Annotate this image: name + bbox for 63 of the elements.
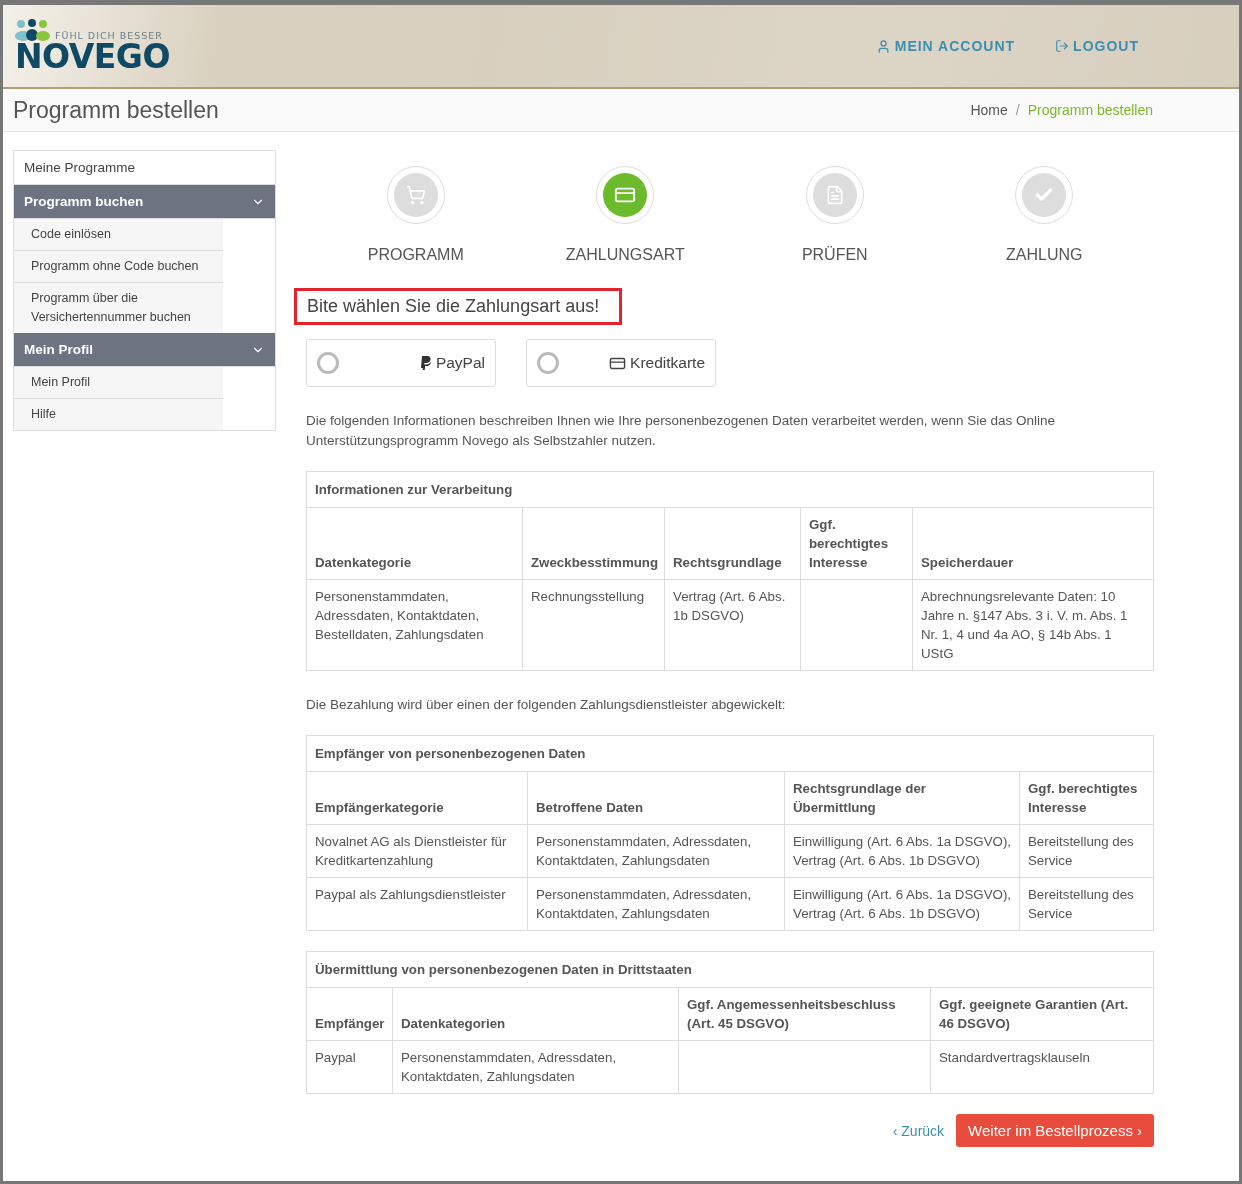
column-header: Speicherdauer — [912, 507, 1154, 580]
page-title: Programm bestellen — [13, 96, 219, 124]
logout-icon — [1055, 39, 1070, 53]
step-label: PRÜFEN — [801, 246, 868, 264]
column-header: Rechtsgrundlage — [664, 507, 801, 580]
sidebar-item[interactable]: Code einlösen — [14, 219, 223, 251]
table-cell: Paypal — [306, 1040, 393, 1094]
people-logo-icon — [15, 19, 51, 41]
sidebar-item[interactable]: Programm über die Versichertennummer buchen — [14, 283, 223, 333]
column-header: Ggf. Angemessenheitsbeschluss (Art. 45 DSGVO) — [678, 987, 931, 1041]
payment-option-label: Kreditkarte — [630, 354, 705, 372]
column-header: Ggf. geeignete Garantien (Art. 46 DSGVO) — [930, 987, 1154, 1041]
intro-text: Die folgenden Informationen beschreiben Ihnen wie Ihre personenbezogenen Daten verarbeitet werden, wenn Sie das Online Unterstützungsprogramm Novego als Selbstzahler nutzen. — [306, 412, 1056, 450]
column-header: Empfängerkategorie — [306, 771, 528, 825]
table-cell: Einwilligung (Art. 6 Abs. 1a DSGVO), Vertrag (Art. 6 Abs. 1b DSGVO) — [784, 824, 1020, 878]
step-label: ZAHLUNG — [1006, 246, 1083, 264]
table-cell: Bereitstellung des Service — [1019, 824, 1154, 878]
breadcrumb-separator: / — [1015, 102, 1020, 118]
column-header: Ggf. berechtigtes Interesse — [800, 507, 913, 580]
alert-message: Bite wählen Sie die Zahlungsart aus! — [294, 288, 623, 325]
step-label: PROGRAMM — [367, 246, 464, 264]
table-cell: Paypal als Zahlungsdienstleister — [306, 877, 528, 931]
paypal-icon — [419, 356, 432, 370]
column-header: Betroffene Daten — [527, 771, 785, 825]
column-header: Datenkategorie — [306, 507, 523, 580]
cart-icon — [405, 185, 426, 205]
table-cell: Personenstammdaten, Adressdaten, Kontaktdaten, Zahlungsdaten — [392, 1040, 679, 1094]
logo-tagline: FÜHL DICH BESSER — [55, 30, 163, 41]
continue-button[interactable]: Weiter im Bestellprozess › — [956, 1114, 1155, 1147]
note-text: Die Bezahlung wird über einen der folgenden Zahlungsdienstleister abgewickelt: — [306, 696, 787, 714]
table-cell: Vertrag (Art. 6 Abs. 1b DSGVO) — [664, 579, 801, 671]
sidebar-item[interactable]: Programm ohne Code buchen — [14, 251, 223, 283]
table-cell: Personenstammdaten, Adressdaten, Kontaktdaten, Zahlungsdaten — [527, 877, 785, 931]
table-cell: Personenstammdaten, Adressdaten, Kontaktdaten, Bestelldaten, Zahlungsdaten — [306, 579, 523, 671]
payment-option-label: PayPal — [435, 354, 485, 372]
column-header: Empfänger — [306, 987, 393, 1041]
table-cell: Rechnungsstellung — [522, 579, 665, 671]
radio-button[interactable] — [537, 352, 559, 374]
column-header: Rechtsgrundlage der Übermittlung — [784, 771, 1020, 825]
table-cell: Bereitstellung des Service — [1019, 877, 1154, 931]
table-cell: Personenstammdaten, Adressdaten, Kontaktdaten, Zahlungsdaten — [527, 824, 785, 878]
step-label: ZAHLUNGSART — [565, 246, 685, 264]
sidebar-item[interactable]: Mein Profil — [14, 367, 223, 399]
column-header: Zweckbesstimmung — [522, 507, 665, 580]
sidebar-group-header[interactable]: Programm buchen — [14, 185, 275, 219]
user-icon — [875, 38, 891, 54]
table-caption: Übermittlung von personenbezogenen Daten in Drittstaaten — [306, 951, 1154, 988]
column-header: Ggf. berechtigtes Interesse — [1019, 771, 1154, 825]
sidebar-group-header[interactable]: Mein Profil — [14, 333, 275, 367]
payment-option[interactable]: Kreditkarte — [526, 339, 716, 387]
table-cell: Standardvertragsklauseln — [930, 1040, 1154, 1094]
back-link[interactable]: ‹ Zurück — [892, 1122, 945, 1139]
table-cell: Novalnet AG als Dienstleister für Kreditkartenzahlung — [306, 824, 528, 878]
table-caption: Empfänger von personenbezogenen Daten — [306, 735, 1154, 772]
sidebar-item[interactable]: Hilfe — [14, 399, 223, 430]
table-cell: Einwilligung (Art. 6 Abs. 1a DSGVO), Vertrag (Art. 6 Abs. 1b DSGVO) — [784, 877, 1020, 931]
breadcrumb-link[interactable]: Home — [970, 102, 1008, 118]
table-caption: Informationen zur Verarbeitung — [306, 471, 1154, 508]
column-header: Datenkategorien — [392, 987, 679, 1041]
radio-button[interactable] — [317, 352, 339, 374]
payment-option[interactable]: PayPal — [306, 339, 496, 387]
table-cell: Abrechnungsrelevante Daten: 10 Jahre n. §147 Abs. 3 i. V. m. Abs. 1 Nr. 1, 4 und 4a AO, § 14b Abs. 1 UStG — [912, 579, 1154, 671]
logo-wordmark: NOVEGO — [15, 41, 170, 73]
